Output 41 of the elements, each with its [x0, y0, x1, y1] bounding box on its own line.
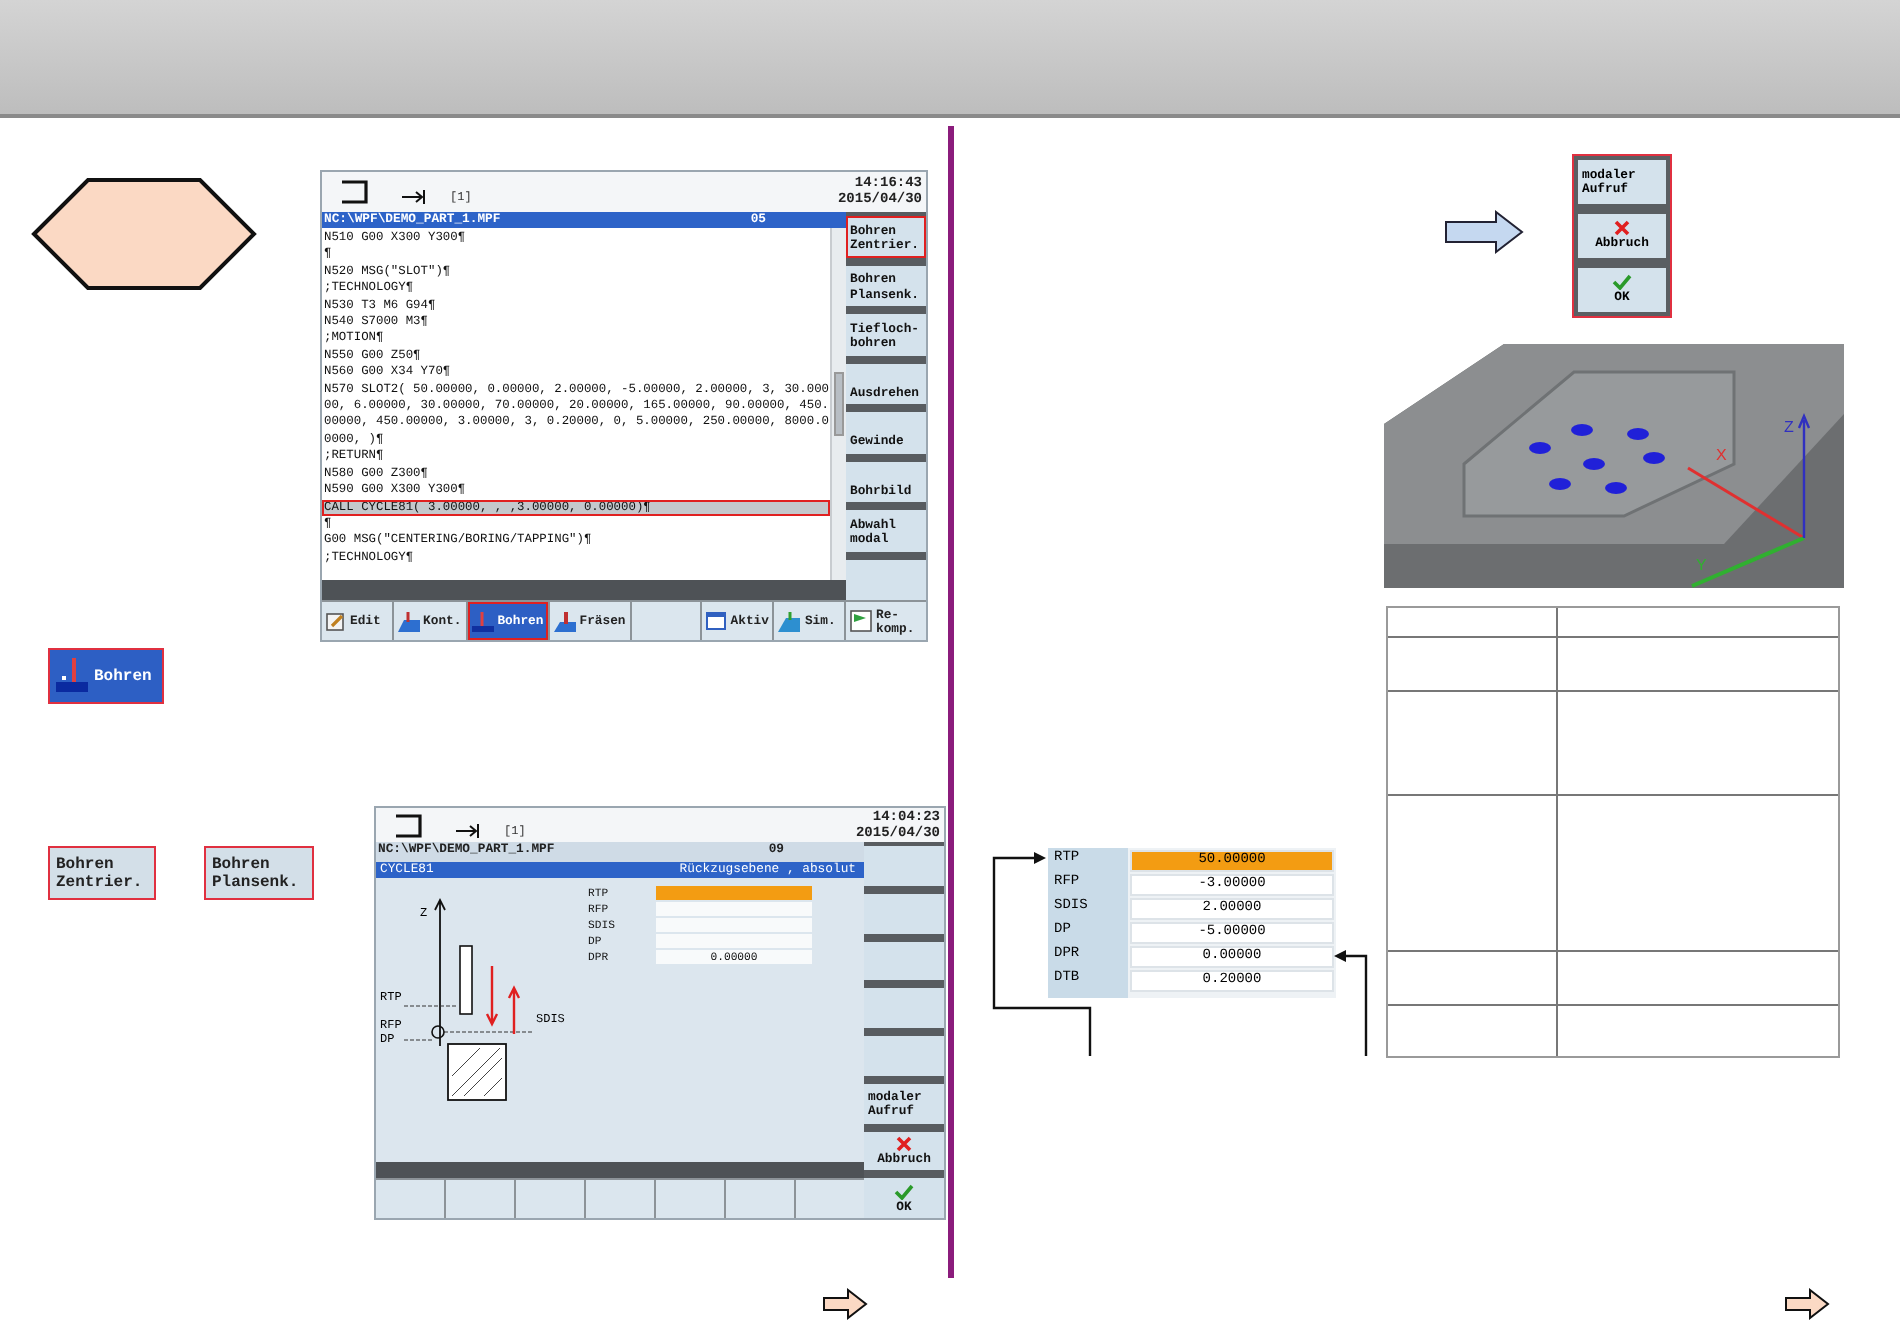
- workpiece-drawing: [447, 1043, 507, 1101]
- window-icon: [706, 612, 727, 630]
- softkey[interactable]: Bohren Plansenk.: [204, 846, 314, 900]
- input-field[interactable]: [656, 902, 812, 916]
- axis-label: Z: [1784, 418, 1794, 436]
- simulation-icon: [778, 611, 801, 631]
- level-line: [443, 1031, 533, 1033]
- drill-icon: [471, 611, 494, 631]
- cross-icon: [1614, 220, 1630, 237]
- cross-icon: [896, 1135, 912, 1152]
- softkey[interactable]: [864, 893, 944, 933]
- channel-arrow-icon: [456, 823, 480, 837]
- axis-label: Y: [1696, 556, 1707, 574]
- feed-arrow: [485, 964, 499, 1027]
- reference-point-icon: [431, 1025, 445, 1039]
- input-field[interactable]: [656, 934, 812, 948]
- scrollbar[interactable]: [829, 228, 846, 580]
- softkey[interactable]: [846, 559, 926, 600]
- drill-tool-drawing: [459, 945, 473, 1015]
- flag-icon: [850, 610, 872, 632]
- next-arrow-icon[interactable]: [822, 1288, 868, 1320]
- softkey[interactable]: Bohren Zentrier.: [48, 846, 156, 900]
- channel-arrow-icon: [402, 190, 426, 204]
- right-arrow-icon: [1444, 210, 1524, 254]
- softkey[interactable]: [631, 602, 701, 640]
- retract-arrow: [507, 985, 521, 1036]
- milling-icon: [553, 611, 576, 631]
- next-arrow-icon[interactable]: [1784, 1288, 1830, 1320]
- axis-label: X: [1716, 446, 1727, 464]
- level-line: [403, 1039, 433, 1041]
- contour-icon: [397, 611, 420, 631]
- pencil-icon: [326, 611, 346, 631]
- softkey[interactable]: [864, 941, 944, 981]
- input-field[interactable]: [656, 918, 812, 932]
- check-icon: [894, 1183, 914, 1200]
- softkey[interactable]: Bohren: [48, 648, 164, 704]
- input-field[interactable]: [656, 886, 812, 900]
- level-line: [403, 1005, 457, 1007]
- connector-arrow: [1334, 950, 1368, 1056]
- drill-icon: [56, 656, 88, 696]
- check-icon: [1612, 274, 1632, 291]
